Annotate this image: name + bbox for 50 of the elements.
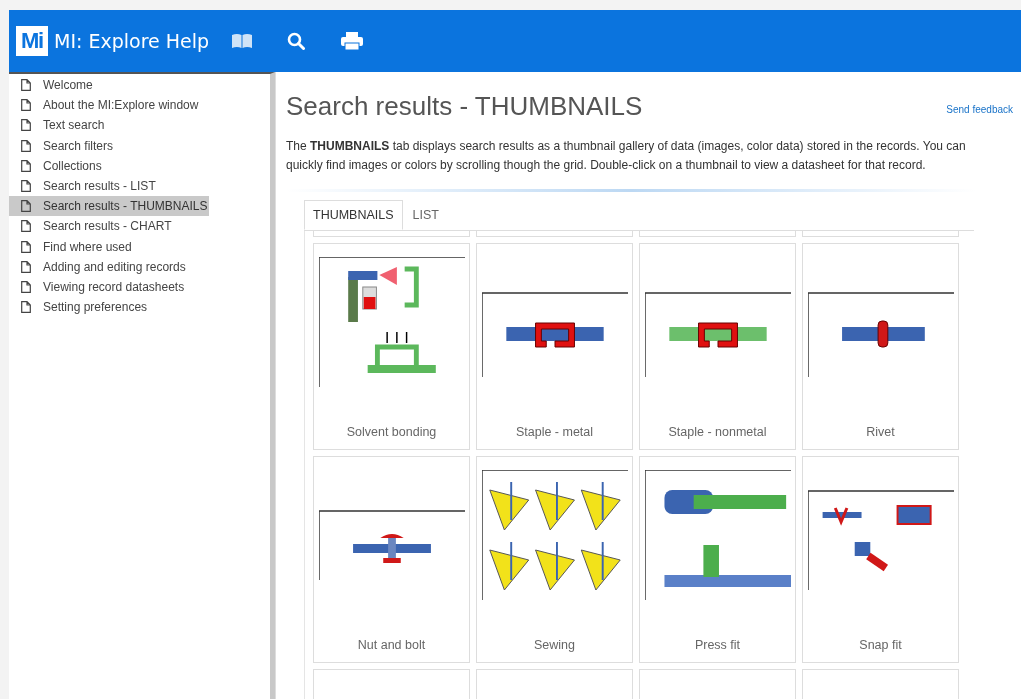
sidebar-item[interactable]: Search results - CHART [9, 216, 270, 237]
page-icon [21, 260, 31, 273]
tab[interactable]: THUMBNAILS [304, 200, 403, 230]
thumbnail-label: Nut and bolt [357, 637, 426, 654]
page-icon [21, 280, 31, 293]
sidebar-item[interactable]: Find where used [9, 236, 270, 257]
sidebar-item[interactable]: Text search [9, 115, 270, 136]
thumbnail-label: Sewing [534, 637, 575, 654]
thumbnail-card[interactable]: Staple - nonmetal [639, 243, 796, 450]
page-icon [21, 240, 31, 253]
thumbnail-card[interactable]: Sewing [476, 456, 633, 663]
page-icon [21, 180, 31, 193]
sidebar-item[interactable]: Viewing record datasheets [9, 276, 270, 298]
thumbnail-card[interactable]: Solvent bonding [313, 243, 470, 450]
send-feedback-link[interactable]: Send feedback [946, 102, 1013, 117]
thumbnail-label: Rivet [866, 424, 895, 441]
logo: Mi [16, 26, 48, 56]
page-title: Search results - THUMBNAILS [286, 90, 643, 122]
print-icon[interactable] [341, 32, 364, 50]
page-icon [21, 220, 31, 233]
thumbnail-card[interactable]: Nut and bolt [313, 456, 470, 663]
page-icon [21, 200, 31, 213]
thumbnail-label: Press fit [694, 637, 741, 654]
page-icon [21, 119, 31, 132]
sidebar-item[interactable]: Search filters [9, 135, 270, 156]
thumbnail-card[interactable]: Press fit [639, 456, 796, 663]
thumbnail-label: Staple - nonmetal [668, 424, 767, 441]
tab[interactable]: LIST [402, 200, 449, 230]
sidebar-item[interactable]: Adding and editing records [9, 256, 270, 277]
page-icon [21, 99, 31, 112]
sidebar-item[interactable]: Search results - THUMBNAILS [9, 196, 209, 217]
thumbnail-label: Snap fit [859, 637, 902, 654]
page-icon [21, 139, 31, 152]
sidebar-item[interactable]: Setting preferences [9, 297, 270, 318]
thumbnail-card[interactable]: Staple - metal [476, 243, 633, 450]
thumbnail-label: Staple - metal [515, 424, 594, 441]
search-icon[interactable] [287, 32, 306, 50]
sidebar-item[interactable]: Search results - LIST [9, 175, 270, 197]
page-icon [21, 301, 31, 314]
thumbnail-card[interactable]: Rivet [802, 243, 959, 450]
sidebar-item[interactable]: Welcome [9, 75, 270, 96]
book-icon[interactable] [231, 33, 254, 49]
thumbnail-card[interactable]: Snap fit [802, 456, 959, 663]
thumbnail-label: Solvent bonding [346, 424, 437, 441]
app-title: MI: Explore Help [54, 28, 210, 54]
sidebar-item[interactable]: About the MI:Explore window [9, 95, 270, 116]
page-icon [21, 79, 31, 92]
page-icon [21, 159, 31, 172]
sidebar-item[interactable]: Collections [9, 155, 270, 176]
intro-paragraph: The THUMBNAILS tab displays search results as a thumbnail gallery of data (images, color data) stored in the records. You can quickly find images or colors by scrolling though the grid. Double-click on a thumbnail to view a datasheet for that record. [286, 138, 967, 174]
